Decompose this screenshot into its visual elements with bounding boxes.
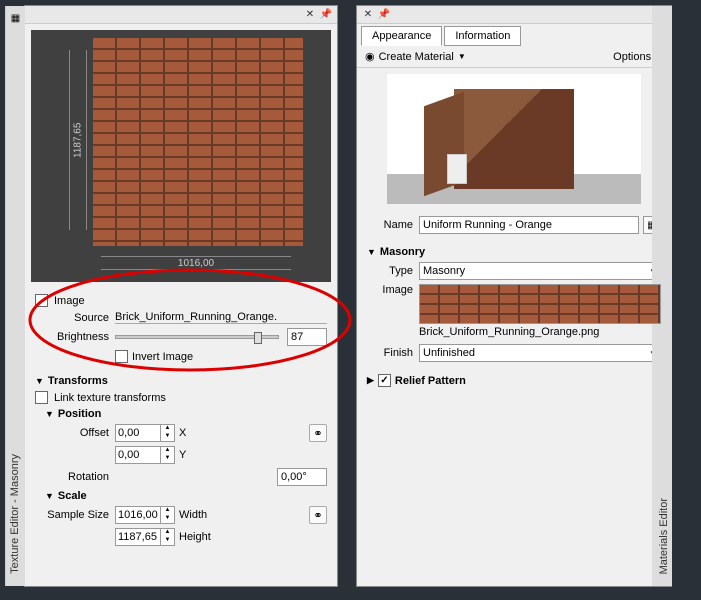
- subheader: ◉ Create Material ▼ Options ▼: [357, 46, 671, 68]
- chevron-down-icon: ▼: [45, 409, 54, 419]
- rotation-input[interactable]: [277, 468, 327, 486]
- brightness-input[interactable]: [287, 328, 327, 346]
- create-material-button[interactable]: ◉ Create Material ▼: [365, 50, 466, 63]
- slider-thumb[interactable]: [254, 332, 262, 344]
- relief-header[interactable]: ▶ ✓ Relief Pattern: [367, 372, 661, 389]
- tab-information[interactable]: Information: [444, 26, 521, 46]
- image-swatch[interactable]: [419, 284, 661, 324]
- height-label: Height: [179, 531, 211, 543]
- type-label: Type: [367, 265, 419, 277]
- rotation-label: Rotation: [35, 471, 115, 483]
- brightness-label: Brightness: [35, 331, 115, 343]
- offset-label: Offset: [35, 427, 115, 439]
- brightness-slider[interactable]: [115, 335, 279, 339]
- transforms-section: ▼ Transforms Link texture transforms ▼ P…: [25, 369, 337, 552]
- name-row: Name ▦: [357, 210, 671, 240]
- type-select[interactable]: Masonry ▼: [419, 262, 661, 280]
- finish-label: Finish: [367, 347, 419, 359]
- width-input[interactable]: ▲▼: [115, 506, 175, 524]
- image-checkbox[interactable]: [35, 294, 48, 307]
- source-label: Source: [35, 312, 115, 324]
- close-icon[interactable]: ✕: [361, 8, 375, 22]
- scene-wall: [454, 89, 574, 189]
- materials-editor-panel: Materials Editor ✕ 📌 Appearance Informat…: [356, 5, 672, 587]
- masonry-header[interactable]: ▼ Masonry: [367, 244, 661, 260]
- offset-y-input[interactable]: ▲▼: [115, 446, 175, 464]
- height-input[interactable]: ▲▼: [115, 528, 175, 546]
- dimension-vertical: 1187,65: [69, 50, 87, 230]
- link-wh-icon[interactable]: ⚭: [309, 506, 327, 524]
- relief-section: ▶ ✓ Relief Pattern: [357, 368, 671, 393]
- chevron-down-icon: ▼: [35, 376, 44, 386]
- chevron-down-icon: ▼: [458, 52, 466, 61]
- invert-checkbox[interactable]: [115, 350, 128, 363]
- right-titlebar: ✕ 📌: [357, 6, 671, 24]
- pin-icon[interactable]: 📌: [319, 8, 333, 22]
- name-label: Name: [367, 219, 419, 231]
- chevron-down-icon: ▼: [367, 247, 376, 257]
- image-label: Image: [367, 284, 419, 296]
- scene-chair: [447, 154, 467, 184]
- source-value[interactable]: Brick_Uniform_Running_Orange.: [115, 311, 327, 324]
- material-scene-preview: [387, 74, 641, 204]
- position-header[interactable]: ▼ Position: [35, 406, 327, 422]
- brick-texture-image: [93, 38, 303, 246]
- scale-header[interactable]: ▼ Scale: [35, 488, 327, 504]
- sample-size-label: Sample Size: [35, 509, 115, 521]
- tab-appearance[interactable]: Appearance: [361, 26, 442, 46]
- pin-icon[interactable]: 📌: [377, 8, 391, 22]
- width-label: Width: [179, 509, 207, 521]
- close-icon[interactable]: ✕: [303, 8, 317, 22]
- chevron-down-icon: ▼: [45, 491, 54, 501]
- left-titlebar: ✕ 📌: [25, 6, 337, 24]
- dimension-horizontal: 1016,00: [101, 256, 291, 270]
- texture-editor-panel: ▦ Texture Editor - Masonry ✕ 📌 1187,65 1…: [24, 5, 338, 587]
- link-transforms-label: Link texture transforms: [54, 392, 166, 404]
- invert-label: Invert Image: [132, 351, 193, 363]
- panel-title-vertical: Materials Editor: [656, 494, 672, 578]
- offset-x-input[interactable]: ▲▼: [115, 424, 175, 442]
- image-filename: Brick_Uniform_Running_Orange.png: [419, 324, 661, 340]
- name-input[interactable]: [419, 216, 639, 234]
- link-xy-icon[interactable]: ⚭: [309, 424, 327, 442]
- texture-preview: 1187,65 1016,00: [31, 30, 331, 282]
- image-header: Image: [54, 295, 85, 307]
- link-transforms-checkbox[interactable]: [35, 391, 48, 404]
- x-label: X: [179, 427, 186, 439]
- finish-select[interactable]: Unfinished ▼: [419, 344, 661, 362]
- relief-checkbox[interactable]: ✓: [378, 374, 391, 387]
- tool-icon[interactable]: ▦: [8, 10, 24, 26]
- image-section: Image Source Brick_Uniform_Running_Orang…: [25, 288, 337, 369]
- masonry-section: ▼ Masonry Type Masonry ▼ Image Brick_Uni…: [357, 240, 671, 368]
- panel-title-vertical: Texture Editor - Masonry: [7, 450, 23, 578]
- transforms-header[interactable]: ▼ Transforms: [35, 373, 327, 389]
- sphere-icon: ◉: [365, 50, 375, 63]
- chevron-right-icon: ▶: [367, 375, 374, 386]
- tabs: Appearance Information: [357, 26, 671, 46]
- y-label: Y: [179, 449, 186, 461]
